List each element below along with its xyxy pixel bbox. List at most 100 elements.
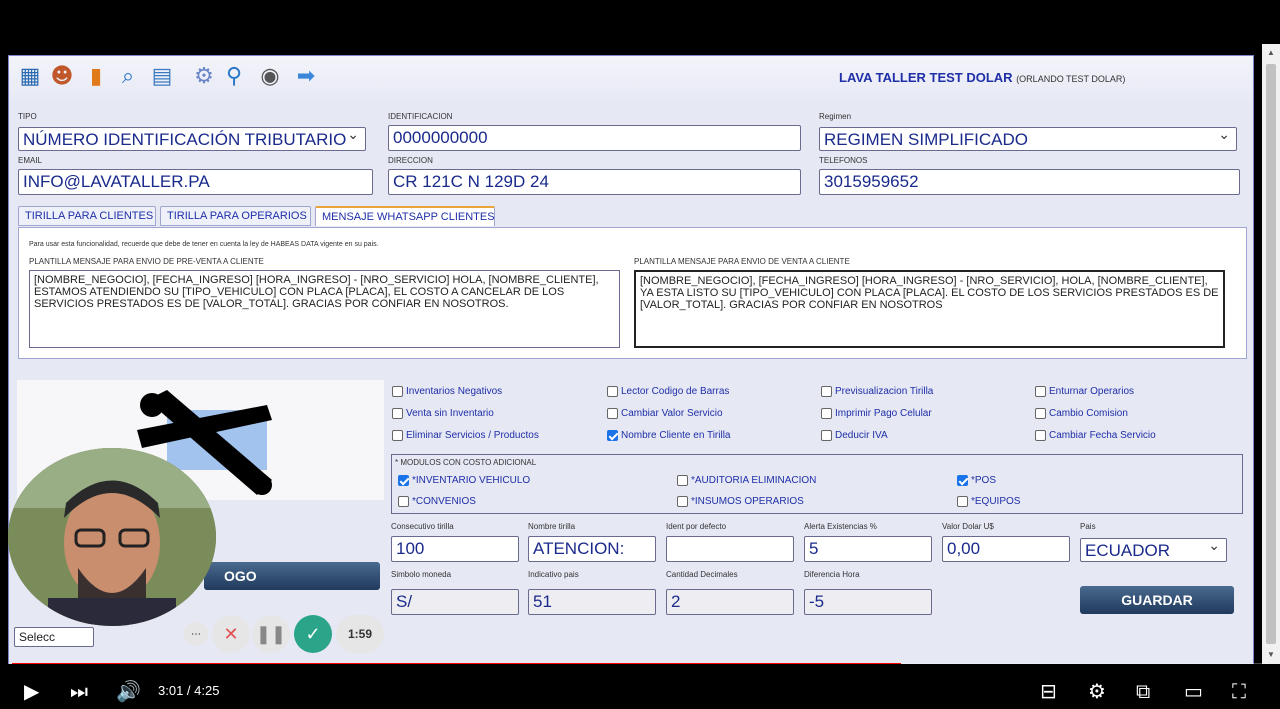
indicativo-label: Indicativo pais [528,570,579,579]
tipo-label: TIPO [18,112,37,121]
checkbox-icon[interactable] [392,408,403,419]
module-checkbox[interactable]: *POS [957,475,996,486]
option-checkbox[interactable]: Previsualizacion Tirilla [821,386,933,397]
miniplayer-icon[interactable]: ⧉ [1136,681,1150,701]
indicativo-input[interactable]: 51 [528,589,656,615]
preventa-template-textarea[interactable]: [NOMBRE_NEGOCIO], [FECHA_INGRESO] [HORA_… [29,270,620,348]
checkbox-icon[interactable] [677,496,688,507]
scroll-up-icon[interactable]: ▲ [1265,48,1277,57]
tab-mensaje-whatsapp[interactable]: MENSAJE WHATSAPP CLIENTES [315,206,495,226]
consecutivo-input[interactable]: 100 [391,536,519,562]
alerta-input[interactable]: 5 [804,536,932,562]
fullscreen-icon[interactable]: ⛶ [1232,681,1246,701]
checkbox-icon[interactable] [957,475,968,486]
more-icon[interactable]: ⋯ [184,622,208,646]
checkbox-icon[interactable] [392,386,403,397]
option-checkbox[interactable]: Venta sin Inventario [392,408,494,419]
theater-icon[interactable]: ▭ [1184,681,1203,701]
checkbox-icon[interactable] [957,496,968,507]
user-icon[interactable]: ◉ [255,62,285,90]
checkbox-icon[interactable] [1035,430,1046,441]
module-checkbox[interactable]: *INVENTARIO VEHICULO [398,475,530,486]
option-label: Venta sin Inventario [406,408,494,419]
option-label: Cambiar Valor Servicio [621,408,723,419]
module-checkbox[interactable]: *EQUIPOS [957,496,1020,507]
diferencia-label: Diferencia Hora [804,570,860,579]
modules-box: * MODULOS CON COSTO ADICIONAL *INVENTARI… [391,454,1243,514]
finish-recording-icon[interactable]: ✓ [294,615,332,653]
option-checkbox[interactable]: Nombre Cliente en Tirilla [607,430,731,441]
checkbox-icon[interactable] [392,430,403,441]
next-icon[interactable]: ⏭ [70,681,88,701]
arrow-right-icon[interactable]: ➡ [291,62,321,90]
checkbox-icon[interactable] [1035,408,1046,419]
email-input[interactable]: INFO@LAVATALLER.PA [18,169,373,195]
cancel-recording-icon[interactable]: ✕ [212,615,250,653]
module-checkbox[interactable]: *INSUMOS OPERARIOS [677,496,804,507]
scrollbar-thumb[interactable] [1266,64,1276,644]
pais-select[interactable]: ECUADOR [1080,538,1227,562]
option-checkbox[interactable]: Imprimir Pago Celular [821,408,932,419]
option-checkbox[interactable]: Inventarios Negativos [392,386,502,397]
option-checkbox[interactable]: Deducir IVA [821,430,888,441]
direccion-input[interactable]: CR 121C N 129D 24 [388,169,801,195]
module-checkbox[interactable]: *CONVENIOS [398,496,476,507]
page-scrollbar[interactable]: ▲ ▼ [1262,44,1280,666]
simbolo-input[interactable]: S/ [391,589,519,615]
option-checkbox[interactable]: Lector Codigo de Barras [607,386,729,397]
cash-register-icon[interactable]: ▦ [15,62,45,90]
option-label: Imprimir Pago Celular [835,408,932,419]
identificacion-input[interactable]: 0000000000 [388,125,801,151]
nombre-tirilla-input[interactable]: ATENCION: [528,536,656,562]
users-icon[interactable]: ☻ [47,62,77,90]
telefonos-label: TELEFONOS [819,156,868,165]
checkbox-icon[interactable] [821,430,832,441]
ident-defecto-input[interactable] [666,536,794,562]
checkbox-icon[interactable] [607,386,618,397]
email-label: EMAIL [18,156,43,165]
guardar-button[interactable]: GUARDAR [1080,586,1234,614]
tab-tirilla-operarios[interactable]: TIRILLA PARA OPERARIOS [160,206,311,226]
play-icon[interactable]: ▶ [24,681,39,701]
calendar-icon[interactable]: ▤ [147,62,177,90]
regimen-select[interactable]: REGIMEN SIMPLIFICADO [819,127,1237,151]
zoom-icon[interactable]: ⚲ [219,62,249,90]
gear-icon[interactable]: ⚙ [189,62,219,90]
checkbox-icon[interactable] [607,408,618,419]
telefonos-input[interactable]: 3015959652 [819,169,1240,195]
option-checkbox[interactable]: Cambiar Fecha Servicio [1035,430,1156,441]
subtitles-icon[interactable]: ⊟ [1040,681,1057,701]
nombre-tirilla-label: Nombre tirilla [528,522,576,531]
checkbox-icon[interactable] [821,386,832,397]
module-checkbox[interactable]: *AUDITORIA ELIMINACION [677,475,816,486]
volume-icon[interactable]: 🔊 [116,681,141,701]
search-icon[interactable]: ⌕ [113,62,143,90]
settings-icon[interactable]: ⚙ [1088,681,1106,701]
option-checkbox[interactable]: Enturnar Operarios [1035,386,1134,397]
checkbox-icon[interactable] [398,475,409,486]
checkbox-icon[interactable] [607,430,618,441]
diferencia-input[interactable]: -5 [804,589,932,615]
time-display: 3:01 / 4:25 [158,683,220,698]
scroll-down-icon[interactable]: ▼ [1265,650,1277,659]
option-checkbox[interactable]: Cambio Comision [1035,408,1128,419]
decimales-label: Cantidad Decimales [666,570,738,579]
chart-icon[interactable]: ▮ [81,62,111,90]
checkbox-icon[interactable] [398,496,409,507]
dolar-input[interactable]: 0,00 [942,536,1070,562]
checkbox-icon[interactable] [677,475,688,486]
select-dropdown[interactable]: Selecc [14,627,94,647]
checkbox-icon[interactable] [821,408,832,419]
option-label: Deducir IVA [835,430,888,441]
option-checkbox[interactable]: Cambiar Valor Servicio [607,408,723,419]
venta-template-textarea[interactable]: [NOMBRE_NEGOCIO], [FECHA_INGRESO] [HORA_… [634,270,1225,348]
consecutivo-label: Consecutivo tirilla [391,522,454,531]
tab-tirilla-clientes[interactable]: TIRILLA PARA CLIENTES [18,206,156,226]
module-label: *POS [971,475,997,486]
option-checkbox[interactable]: Eliminar Servicios / Productos [392,430,539,441]
decimales-input[interactable]: 2 [666,589,794,615]
checkbox-icon[interactable] [1035,386,1046,397]
pause-icon[interactable]: ❚❚ [252,615,290,653]
tipo-select[interactable]: NÚMERO IDENTIFICACIÓN TRIBUTARIO [18,127,366,151]
upload-logo-button[interactable]: OGO [204,562,380,590]
